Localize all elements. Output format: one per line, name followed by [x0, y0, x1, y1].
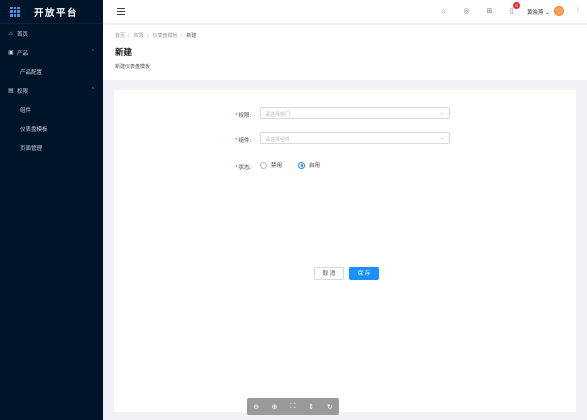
status-radio-disabled[interactable]: 禁用: [260, 161, 282, 169]
chevron-down-icon: ⌄: [439, 110, 444, 116]
page-header: 首页 / 权限 / 仪表盘模板 / 新建 新建 新建仪表盘模板: [103, 25, 587, 80]
page-description: 新建仪表盘模板: [115, 64, 151, 70]
zoom-in-icon[interactable]: ⊕: [270, 403, 280, 411]
form-row-status: *状态: 禁用 启用: [114, 159, 576, 173]
app-title: 开放平台: [34, 7, 79, 19]
notification-badge: 6: [513, 2, 520, 9]
radio-circle: [260, 161, 267, 169]
sidebar: 开放平台 ⌂ 首页 ▣ 产品 ⌃ 产品配置 ▤ 权限 ⌃ 组件 仪表盘模板 页面…: [0, 0, 103, 420]
zoom-out-icon[interactable]: ⊖: [251, 403, 261, 411]
more-icon[interactable]: ⋮: [575, 7, 581, 14]
breadcrumb: 首页 / 权限 / 仪表盘模板 / 新建: [115, 33, 197, 39]
sidebar-item-label: 仪表盘模板: [20, 126, 48, 133]
sidebar-item-label: 产品配置: [20, 69, 43, 76]
breadcrumb-item[interactable]: 首页: [115, 33, 125, 39]
status-radio-enabled[interactable]: 启用: [298, 161, 320, 169]
page-title: 新建: [115, 47, 133, 57]
sidebar-item-dashboard-template[interactable]: 仪表盘模板: [0, 119, 103, 138]
apps-icon[interactable]: ⊞: [486, 8, 493, 15]
top-header: ⌂ ◎ ⊞ ▯ 6 黄晓燕 ⌄ ⋮: [103, 0, 587, 24]
breadcrumb-item[interactable]: 权限: [134, 33, 144, 39]
radio-label: 禁用: [271, 163, 283, 169]
select-placeholder: 请选择组件: [265, 137, 291, 143]
select-placeholder: 请选择部门: [265, 112, 291, 118]
form-row-permission: *权限: 请选择部门 ⌄: [114, 107, 576, 121]
fit-screen-icon[interactable]: ⛶: [288, 403, 298, 411]
home-icon[interactable]: ⌂: [440, 8, 447, 15]
sidebar-item-product[interactable]: ▣ 产品 ⌃: [0, 43, 103, 62]
chevron-up-icon: ⌃: [90, 49, 95, 55]
breadcrumb-current: 新建: [186, 33, 197, 39]
sidebar-item-label: 首页: [17, 31, 29, 38]
sidebar-item-permission[interactable]: ▤ 权限 ⌃: [0, 81, 103, 100]
avatar[interactable]: [554, 6, 564, 16]
component-select[interactable]: 请选择组件 ⌄: [260, 132, 450, 144]
product-icon: ▣: [8, 50, 14, 56]
chevron-up-icon: ⌃: [90, 87, 95, 93]
save-button[interactable]: 保 存: [349, 267, 379, 280]
reset-icon[interactable]: ⇕: [306, 403, 316, 411]
floating-toolbar: ⊖ ⊕ ⛶ ⇕ ↻: [247, 398, 339, 415]
radio-circle: [298, 161, 305, 169]
chevron-down-icon: ⌄: [439, 135, 444, 141]
logo-icon: [10, 6, 20, 17]
cancel-button[interactable]: 取 消: [314, 267, 344, 280]
menu-fold-icon[interactable]: [117, 8, 125, 15]
permission-select[interactable]: 请选择部门 ⌄: [260, 107, 450, 119]
field-label: *组件:: [235, 138, 251, 144]
sidebar-item-page-management[interactable]: 页面管理: [0, 138, 103, 157]
rotate-icon[interactable]: ↻: [325, 403, 335, 411]
radio-label: 启用: [309, 163, 321, 169]
user-name[interactable]: 黄晓燕 ⌄: [527, 8, 550, 16]
sidebar-item-home[interactable]: ⌂ 首页: [0, 24, 103, 43]
sidebar-item-component[interactable]: 组件: [0, 100, 103, 119]
breadcrumb-item[interactable]: 仪表盘模板: [153, 33, 178, 39]
sidebar-item-label: 组件: [20, 107, 32, 114]
logo[interactable]: 开放平台: [0, 0, 103, 24]
bell-icon[interactable]: ▯: [508, 8, 515, 15]
permission-icon: ▤: [8, 88, 14, 94]
sidebar-item-label: 页面管理: [20, 145, 43, 152]
field-label: *状态:: [235, 165, 251, 171]
field-label: *权限:: [235, 113, 251, 119]
form-row-component: *组件: 请选择组件 ⌄: [114, 132, 576, 146]
home-icon: ⌂: [9, 30, 13, 37]
sidebar-item-label: 产品: [17, 50, 29, 57]
sidebar-item-label: 权限: [17, 88, 29, 95]
sidebar-item-product-config[interactable]: 产品配置: [0, 62, 103, 81]
form-card: *权限: 请选择部门 ⌄ *组件: 请选择组件 ⌄ *状态: 禁用 启用 取 消…: [114, 90, 576, 412]
github-icon[interactable]: ◎: [463, 8, 470, 15]
